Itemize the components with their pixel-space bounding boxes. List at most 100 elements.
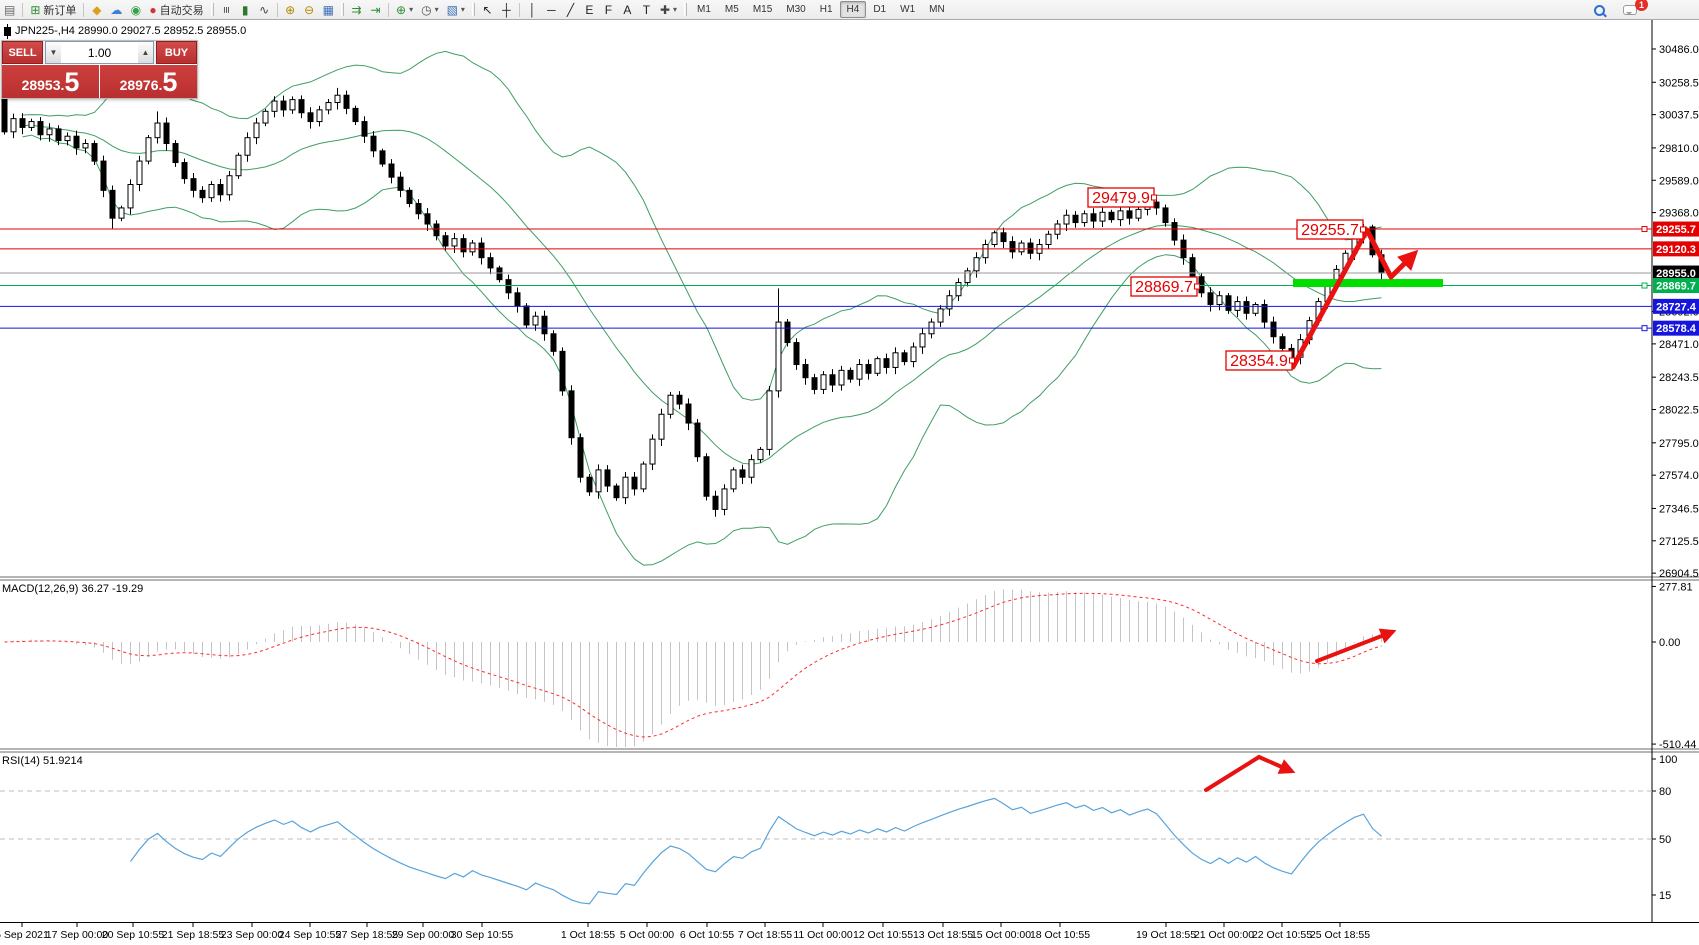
text-button[interactable]: A — [618, 1, 637, 19]
trendline-button[interactable]: ╱ — [561, 1, 580, 19]
signal-icon: ◉ — [131, 4, 141, 16]
buy-price[interactable]: 28976.5 — [100, 65, 197, 98]
timeframe-button-h1[interactable]: H1 — [813, 1, 840, 18]
timeframe-button-m15[interactable]: M15 — [746, 1, 779, 18]
autotrading-button[interactable]: ●自动交易 — [145, 1, 207, 19]
cloud-icon: ☁ — [110, 4, 122, 16]
volume-up-button[interactable]: ▲ — [138, 42, 153, 63]
timeframe-button-h4[interactable]: H4 — [840, 1, 867, 18]
new-order-button[interactable]: ⊞新订单 — [26, 1, 80, 19]
volume-input[interactable] — [61, 42, 138, 63]
y-axis-label: 27346.5 — [1659, 503, 1699, 515]
annotation-handle[interactable] — [1290, 358, 1295, 363]
timeframe-button-mn[interactable]: MN — [922, 1, 952, 18]
fibonacci-button[interactable]: F — [599, 1, 618, 19]
annotation-handle[interactable] — [1195, 284, 1200, 289]
y-axis-label: 30258.5 — [1659, 77, 1699, 89]
x-axis-label: 25 Oct 18:55 — [1310, 929, 1370, 941]
periods-button[interactable]: ◷▾ — [417, 1, 443, 19]
chat-button[interactable]: 1 — [1619, 1, 1641, 19]
line-handle[interactable] — [1642, 227, 1647, 232]
tile-windows-button[interactable]: ▦ — [319, 1, 338, 19]
support-zone-bar[interactable] — [1293, 279, 1443, 287]
y-axis-label: 26904.5 — [1659, 568, 1699, 580]
crosshair-button[interactable]: ┼ — [497, 1, 516, 19]
sell-price[interactable]: 28953.5 — [2, 65, 99, 98]
autotrading-icon: ● — [149, 4, 156, 16]
timeframe-button-m5[interactable]: M5 — [718, 1, 746, 18]
y-axis-label: 28471.0 — [1659, 339, 1699, 351]
hline-button[interactable]: ─ — [542, 1, 561, 19]
cursor-button[interactable]: ↖ — [478, 1, 497, 19]
mt4-terminal: { "toolbar": { "buttons": [ {"name":"new… — [0, 0, 1699, 945]
rsi-axis-label: 15 — [1659, 890, 1671, 902]
line-handle[interactable] — [1642, 326, 1647, 331]
metaeditor-button[interactable]: ◆ — [87, 1, 106, 19]
svg-text:29479.9: 29479.9 — [1092, 190, 1150, 207]
chart-title-text: JPN225-,H4 28990.0 29027.5 28952.5 28955… — [15, 25, 246, 37]
chart-shift-icon: ⇥ — [370, 4, 380, 16]
toolbar-separator — [519, 3, 520, 17]
x-axis-label: 13 Oct 18:55 — [913, 929, 973, 941]
x-axis-label: 6 Oct 10:55 — [680, 929, 734, 941]
y-axis-label: 28022.5 — [1659, 405, 1699, 417]
text-label-icon: T — [643, 4, 650, 16]
x-axis-label: 5 Sep 2021 — [0, 929, 49, 941]
shapes-button[interactable]: ✚▾ — [656, 1, 681, 19]
new-chart-icon: ▤ — [4, 4, 15, 16]
auto-scroll-button[interactable]: ⇉ — [347, 1, 366, 19]
timeframe-button-m30[interactable]: M30 — [779, 1, 812, 18]
indicators-button[interactable]: ⊕▾ — [392, 1, 417, 19]
buy-button[interactable]: BUY — [156, 41, 197, 64]
volume-down-button[interactable]: ▼ — [46, 42, 61, 63]
rsi-axis-label: 100 — [1659, 754, 1677, 766]
macd-label: MACD(12,26,9) 36.27 -19.29 — [2, 583, 143, 595]
bar-chart-icon: ≡ — [220, 6, 232, 13]
macd-axis-label: 277.81 — [1659, 581, 1693, 593]
new-chart-button[interactable]: ▤ — [0, 1, 19, 19]
svg-text:29255.7: 29255.7 — [1301, 222, 1359, 239]
annotation-handle[interactable] — [1152, 195, 1157, 200]
crosshair-icon: ┼ — [502, 4, 511, 16]
price-annotation[interactable]: 29479.9 — [1088, 188, 1157, 207]
price-annotation[interactable]: 28354.9 — [1226, 351, 1295, 370]
add-indicator-icon: ⊕ — [396, 4, 406, 16]
x-axis-label: 18 Oct 10:55 — [1030, 929, 1090, 941]
fibonacci-icon: F — [605, 4, 612, 16]
timeframe-button-d1[interactable]: D1 — [866, 1, 893, 18]
tile-windows-icon: ▦ — [323, 4, 334, 16]
rsi-label: RSI(14) 51.9214 — [2, 755, 83, 767]
price-annotation[interactable]: 29255.7 — [1297, 220, 1366, 239]
one-click-trading-panel: SELL ▼ ▲ BUY 28953.5 28976.5 — [1, 40, 198, 99]
templates-button[interactable]: ▧▾ — [443, 1, 469, 19]
zoom-in-button[interactable]: ⊕ — [281, 1, 300, 19]
candlestick-button[interactable]: ▮ — [236, 1, 255, 19]
timeframe-button-m1[interactable]: M1 — [690, 1, 718, 18]
bar-chart-button[interactable]: ≡ — [217, 1, 236, 19]
price-annotation[interactable]: 28869.7 — [1131, 277, 1200, 296]
signals-button[interactable]: ◉ — [126, 1, 145, 19]
search-button[interactable] — [1590, 1, 1609, 19]
zoom-out-icon: ⊖ — [304, 4, 314, 16]
new-order-button-label: 新订单 — [43, 2, 76, 18]
rsi-axis-label: 80 — [1659, 786, 1671, 798]
sell-button[interactable]: SELL — [2, 41, 43, 64]
gold-badge-icon: ◆ — [92, 4, 101, 16]
x-axis-label: 27 Sep 18:55 — [336, 929, 399, 941]
toolbar-grip — [211, 3, 214, 16]
annotation-handle[interactable] — [1361, 227, 1366, 232]
line-chart-button[interactable]: ∿ — [255, 1, 274, 19]
channel-button[interactable]: E — [580, 1, 599, 19]
line-handle[interactable] — [1642, 283, 1647, 288]
zoom-in-icon: ⊕ — [285, 4, 295, 16]
vline-button[interactable]: │ — [523, 1, 542, 19]
zoom-out-button[interactable]: ⊖ — [300, 1, 319, 19]
label-button[interactable]: T — [637, 1, 656, 19]
community-button[interactable]: ☁ — [106, 1, 126, 19]
timeframe-button-w1[interactable]: W1 — [893, 1, 922, 18]
chevron-down-icon: ▾ — [673, 5, 677, 14]
chart-shift-button[interactable]: ⇥ — [366, 1, 385, 19]
chevron-down-icon: ▾ — [409, 5, 413, 14]
svg-text:28869.7: 28869.7 — [1656, 281, 1696, 293]
search-icon — [1594, 5, 1605, 16]
